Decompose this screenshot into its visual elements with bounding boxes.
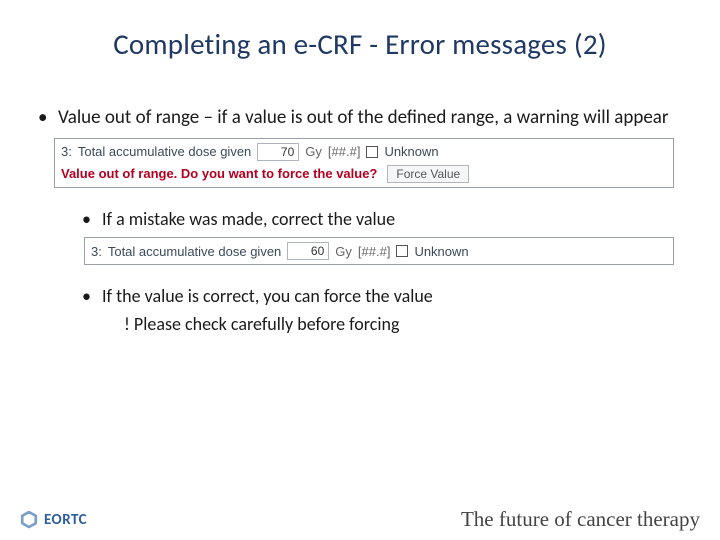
sub-bullet-list-2: If the value is correct, you can force t… xyxy=(80,285,684,308)
eortc-logo: EORTC xyxy=(20,511,87,529)
unknown-checkbox[interactable] xyxy=(396,245,408,257)
dose-input[interactable]: 60 xyxy=(287,242,329,260)
unknown-label: Unknown xyxy=(384,144,438,159)
bullet-list: Value out of range – if a value is out o… xyxy=(36,106,684,130)
force-caution-note: ! Please check carefully before forcing xyxy=(36,313,684,335)
crf-label: Total accumulative dose given xyxy=(108,244,281,259)
eortc-logo-text: EORTC xyxy=(44,511,87,529)
warning-text: Value out of range. Do you want to force… xyxy=(61,166,377,181)
page-title: Completing an e-CRF - Error messages (2) xyxy=(36,26,684,62)
slide-footer: EORTC The future of cancer therapy xyxy=(0,507,720,532)
crf-example-warning: 3: Total accumulative dose given 70 Gy [… xyxy=(54,138,674,188)
unknown-label: Unknown xyxy=(414,244,468,259)
force-value-button[interactable]: Force Value xyxy=(387,165,469,183)
slide: Completing an e-CRF - Error messages (2)… xyxy=(0,0,720,540)
crf-warning-row: Value out of range. Do you want to force… xyxy=(61,161,667,183)
sub-bullet-list-1: If a mistake was made, correct the value xyxy=(80,208,684,231)
crf-format: [##.#] xyxy=(328,144,361,159)
crf-question-no: 3: xyxy=(61,144,72,159)
crf-unit: Gy xyxy=(305,144,322,159)
crf-unit: Gy xyxy=(335,244,352,259)
crf-format: [##.#] xyxy=(358,244,391,259)
crf-example-corrected: 3: Total accumulative dose given 60 Gy [… xyxy=(84,237,674,265)
unknown-checkbox[interactable] xyxy=(366,146,378,158)
crf-label: Total accumulative dose given xyxy=(78,144,251,159)
bullet-value-out-of-range: Value out of range – if a value is out o… xyxy=(36,106,684,130)
sub-bullet-force-value: If the value is correct, you can force t… xyxy=(80,285,684,308)
footer-tagline: The future of cancer therapy xyxy=(461,507,700,532)
dose-input[interactable]: 70 xyxy=(257,143,299,161)
crf-question-no: 3: xyxy=(91,244,102,259)
crf-row: 3: Total accumulative dose given 70 Gy [… xyxy=(61,143,667,161)
eortc-logo-icon xyxy=(20,511,38,529)
sub-bullet-correct-value: If a mistake was made, correct the value xyxy=(80,208,684,231)
crf-row: 3: Total accumulative dose given 60 Gy [… xyxy=(91,242,667,260)
